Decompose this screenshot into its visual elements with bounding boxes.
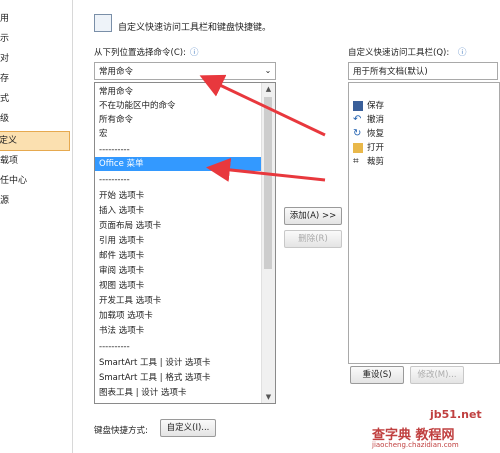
sidebar-item-resources[interactable]: 源 <box>0 192 70 210</box>
page-title: 自定义快速访问工具栏和键盘快捷键。 <box>118 23 272 33</box>
list-item-label: 撤消 <box>367 115 385 125</box>
dropdown-item[interactable]: 页面布局 选项卡 <box>99 219 161 233</box>
sidebar-item-addins[interactable]: 载项 <box>0 152 70 170</box>
list-item-label: 裁剪 <box>367 157 385 167</box>
sidebar-item-label: 任中心 <box>0 176 28 186</box>
sidebar-item-trust-center[interactable]: 任中心 <box>0 172 70 190</box>
chevron-down-icon[interactable]: ⌄ <box>261 63 275 79</box>
sidebar-item-label: 式 <box>0 94 10 104</box>
dropdown-item[interactable]: 审阅 选项卡 <box>99 264 144 278</box>
sidebar-item-advanced[interactable]: 级 <box>0 110 70 128</box>
list-item[interactable]: ↶ 撤消 <box>353 113 384 127</box>
list-item[interactable]: 打开 <box>353 141 384 155</box>
redo-icon: ↻ <box>353 127 362 139</box>
dropdown-separator: ---------- <box>99 175 130 185</box>
sidebar-item-label: 示 <box>0 34 10 44</box>
dropdown-separator: ---------- <box>99 342 130 352</box>
sidebar-item-general[interactable]: 用 <box>0 10 70 28</box>
watermark-line3: jiaocheng.chazidian.com <box>372 441 459 449</box>
modify-button[interactable]: 修改(M)... <box>410 366 464 384</box>
combo-value: 用于所有文档(默认) <box>353 67 428 77</box>
commands-dropdown-list[interactable]: 常用命令 不在功能区中的命令 所有命令 宏 ---------- Office … <box>94 82 276 404</box>
sidebar-item-label: 载项 <box>0 156 19 166</box>
dropdown-item[interactable]: 书法 选项卡 <box>99 324 144 338</box>
sidebar-item-label: 存 <box>0 74 10 84</box>
qat-commands-list[interactable]: 保存 ↶ 撤消 ↻ 恢复 打开 ⌗ 裁剪 <box>348 82 500 364</box>
reset-button[interactable]: 重设(S) <box>350 366 404 384</box>
dropdown-item[interactable]: 引用 选项卡 <box>99 234 144 248</box>
dropdown-item[interactable]: 插入 选项卡 <box>99 204 144 218</box>
sidebar-item-customize[interactable]: 定义 <box>0 131 70 151</box>
options-sidebar: 用 示 对 存 式 级 定义 载项 任中心 源 <box>0 0 73 453</box>
watermark-line1: jb51.net <box>430 408 482 421</box>
list-item[interactable]: ↻ 恢复 <box>353 127 384 141</box>
sidebar-item-label: 对 <box>0 54 10 64</box>
sidebar-item-save[interactable]: 存 <box>0 70 70 88</box>
sidebar-item-format[interactable]: 式 <box>0 90 70 108</box>
dropdown-separator: ---------- <box>99 145 130 155</box>
choose-commands-combo[interactable]: 常用命令 ⌄ <box>94 62 276 80</box>
customize-icon <box>94 14 112 32</box>
sidebar-item-proofing[interactable]: 对 <box>0 50 70 68</box>
add-button[interactable]: 添加(A) >> <box>284 207 342 225</box>
save-icon <box>353 100 363 111</box>
keyboard-shortcuts-label: 键盘快捷方式: <box>94 426 148 436</box>
dropdown-scrollbar[interactable]: ▲ ▼ <box>261 83 275 403</box>
info-icon: ⓘ <box>458 48 467 58</box>
sidebar-item-label: 级 <box>0 114 10 124</box>
sidebar-item-label: 源 <box>0 196 10 206</box>
remove-button[interactable]: 删除(R) <box>284 230 342 248</box>
dropdown-item[interactable]: 加载项 选项卡 <box>99 309 153 323</box>
dropdown-item[interactable]: 邮件 选项卡 <box>99 249 144 263</box>
list-item[interactable]: 保存 <box>353 99 384 113</box>
list-item[interactable]: ⌗ 裁剪 <box>353 155 384 169</box>
dropdown-item[interactable]: 常用命令 <box>99 85 133 99</box>
dropdown-item[interactable]: 开发工具 选项卡 <box>99 294 161 308</box>
combo-value: 常用命令 <box>99 67 134 77</box>
dropdown-item[interactable]: 宏 <box>99 127 108 141</box>
list-item-label: 恢复 <box>367 129 385 139</box>
scroll-up-icon[interactable]: ▲ <box>262 83 275 95</box>
qat-scope-combo[interactable]: 用于所有文档(默认) <box>348 62 498 80</box>
dropdown-item[interactable]: 不在功能区中的命令 <box>99 99 176 113</box>
dropdown-item[interactable]: SmartArt 工具 | 设计 选项卡 <box>99 356 211 370</box>
scroll-down-icon[interactable]: ▼ <box>262 391 275 403</box>
sidebar-item-display[interactable]: 示 <box>0 30 70 48</box>
sidebar-item-label: 定义 <box>0 136 18 146</box>
customize-keyboard-button[interactable]: 自定义(I)... <box>160 419 216 437</box>
dropdown-item[interactable]: 图表工具 | 设计 选项卡 <box>99 386 186 400</box>
undo-icon: ↶ <box>353 113 362 125</box>
dropdown-item[interactable]: 开始 选项卡 <box>99 189 144 203</box>
choose-commands-label: 从下列位置选择命令(C): <box>94 48 186 58</box>
dropdown-item[interactable]: 所有命令 <box>99 113 133 127</box>
list-item-label: 打开 <box>367 143 385 153</box>
dropdown-item[interactable]: SmartArt 工具 | 格式 选项卡 <box>99 371 211 385</box>
scroll-thumb[interactable] <box>264 97 272 269</box>
crop-icon: ⌗ <box>353 155 359 167</box>
list-item-label: 保存 <box>367 101 385 111</box>
sidebar-item-label: 用 <box>0 14 10 24</box>
customize-qat-label: 自定义快速访问工具栏(Q): <box>348 48 450 58</box>
dropdown-item[interactable]: 视图 选项卡 <box>99 279 144 293</box>
dropdown-item-selected[interactable]: Office 菜单 <box>95 157 261 171</box>
open-folder-icon <box>353 142 363 153</box>
info-icon: ⓘ <box>190 48 199 58</box>
